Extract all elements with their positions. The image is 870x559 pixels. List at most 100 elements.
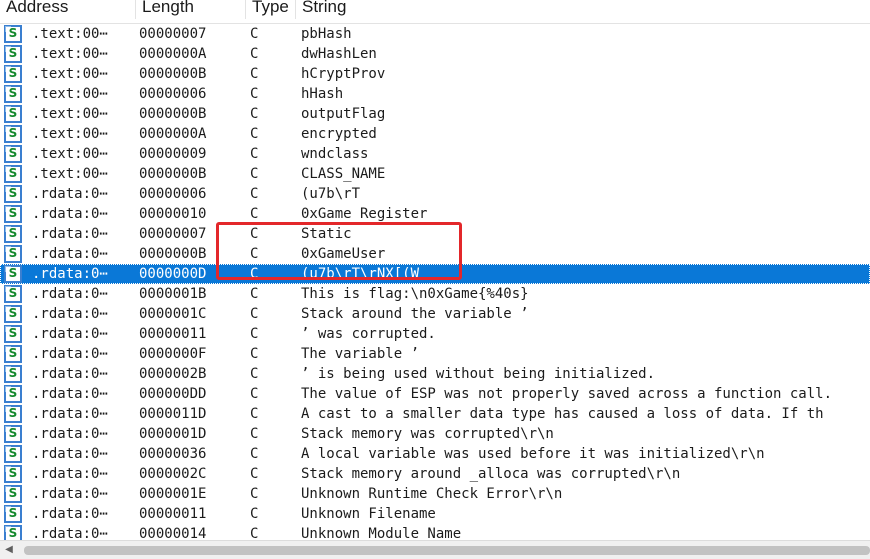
cell-address: .rdata:0⋯: [32, 286, 108, 302]
cell-type: C: [250, 426, 259, 442]
cell-string: encrypted: [301, 126, 377, 142]
horizontal-scrollbar[interactable]: ◀: [0, 540, 870, 559]
cell-address: .text:00⋯: [32, 86, 108, 102]
string-type-icon: S: [4, 505, 22, 523]
table-row[interactable]: S .text:00⋯ 0000000B CoutputFlag: [0, 104, 870, 124]
column-header-address[interactable]: Address: [0, 0, 136, 19]
cell-string: A cast to a smaller data type has caused…: [301, 406, 824, 422]
cell-string: This is flag:\n0xGame{%40s}: [301, 286, 529, 302]
cell-address: .rdata:0⋯: [32, 526, 108, 540]
scrollbar-thumb[interactable]: [24, 546, 870, 555]
cell-string: The variable ’: [301, 346, 420, 362]
cell-length: 0000000A: [139, 126, 207, 142]
string-type-icon: S: [4, 245, 22, 263]
cell-string: wndclass: [301, 146, 369, 162]
table-row[interactable]: S .rdata:0⋯ 0000011D C A cast to a smaller d…: [0, 404, 870, 424]
cell-string: The value of ESP was not properly saved …: [301, 386, 833, 402]
cell-type: C: [250, 66, 259, 82]
string-type-icon: S: [4, 145, 22, 163]
table-row[interactable]: S .text:00⋯ 0000000B ChCryptProv: [0, 64, 870, 84]
table-row[interactable]: S .rdata:0⋯ 000000DD C The value of ESP was …: [0, 384, 870, 404]
cell-length: 0000000B: [139, 166, 207, 182]
string-type-icon: S: [4, 425, 22, 443]
cell-length: 00000011: [139, 326, 207, 342]
cell-string: Unknown Runtime Check Error\r\n: [301, 486, 563, 502]
string-type-icon: S: [4, 305, 22, 323]
cell-string: Stack memory was corrupted\r\n: [301, 426, 554, 442]
table-row[interactable]: S .rdata:0⋯ 00000011 C Unknown Filename: [0, 504, 870, 524]
cell-length: 000000DD: [139, 386, 207, 402]
string-type-icon: S: [4, 65, 22, 83]
cell-type: C: [250, 466, 259, 482]
cell-length: 00000010: [139, 206, 207, 222]
cell-address: .rdata:0⋯: [32, 346, 108, 362]
table-row[interactable]: S .rdata:0⋯ 00000011 C ’ was corrupted.: [0, 324, 870, 344]
cell-address: .rdata:0⋯: [32, 486, 108, 502]
cell-length: 0000002C: [139, 466, 207, 482]
cell-length: 00000006: [139, 86, 207, 102]
cell-length: 00000014: [139, 526, 207, 540]
cell-string: CLASS_NAME: [301, 166, 386, 182]
cell-length: 0000001D: [139, 426, 207, 442]
column-header: Address Length Type String: [0, 0, 870, 24]
cell-string: dwHashLen: [301, 46, 377, 62]
scroll-left-arrow-icon[interactable]: ◀: [2, 543, 16, 557]
cell-length: 00000036: [139, 446, 207, 462]
table-row[interactable]: S .text:00⋯ 0000000B C CLASS_NAME: [0, 164, 870, 184]
cell-string: A local variable was used before it was …: [301, 446, 765, 462]
string-type-icon: S: [4, 285, 22, 303]
string-type-icon: S: [4, 265, 22, 283]
string-type-icon: S: [4, 185, 22, 203]
string-type-icon: S: [4, 485, 22, 503]
strings-list[interactable]: S .text:00⋯ 00000007 CpbHash S .text:00⋯ 00000…: [0, 24, 870, 540]
string-type-icon: S: [4, 365, 22, 383]
string-type-icon: S: [4, 205, 22, 223]
cell-type: C: [250, 46, 259, 62]
cell-type: C: [250, 86, 259, 102]
table-row[interactable]: S .rdata:0⋯ 00000036 C A local variable was …: [0, 444, 870, 464]
cell-address: .rdata:0⋯: [32, 186, 108, 202]
table-row[interactable]: S .text:00⋯ 00000007 CpbHash: [0, 24, 870, 44]
cell-address: .rdata:0⋯: [32, 386, 108, 402]
cell-length: 00000006: [139, 186, 207, 202]
table-row[interactable]: S .rdata:0⋯ 0000001C C Stack around the vari…: [0, 304, 870, 324]
string-type-icon: S: [4, 225, 22, 243]
column-header-string[interactable]: String: [296, 0, 870, 19]
table-row[interactable]: S .rdata:0⋯ 00000010 C 0xGame Register: [0, 204, 870, 224]
table-row[interactable]: S .rdata:0⋯ 0000002B C ’ is being used witho…: [0, 364, 870, 384]
table-row[interactable]: S .rdata:0⋯ 00000006 C (u7b\rT: [0, 184, 870, 204]
cell-address: .text:00⋯: [32, 166, 108, 182]
cell-address: .rdata:0⋯: [32, 406, 108, 422]
cell-string: Stack around the variable ’: [301, 306, 529, 322]
column-header-length[interactable]: Length: [136, 0, 246, 19]
cell-type: C: [250, 206, 259, 222]
cell-address: .text:00⋯: [32, 126, 108, 142]
cell-length: 0000000F: [139, 346, 207, 362]
table-row[interactable]: S .rdata:0⋯ 0000001D C Stack memory was corr…: [0, 424, 870, 444]
cell-string: ’ is being used without being initialize…: [301, 366, 656, 382]
table-row[interactable]: S .text:00⋯ 0000000A Cencrypted: [0, 124, 870, 144]
table-row[interactable]: S .text:00⋯ 0000000A CdwHashLen: [0, 44, 870, 64]
cell-type: C: [250, 186, 259, 202]
cell-length: 0000001E: [139, 486, 207, 502]
column-header-type[interactable]: Type: [246, 0, 296, 19]
table-row[interactable]: S .rdata:0⋯ 0000002C C Stack memory around _…: [0, 464, 870, 484]
cell-string: (u7b\rT: [301, 186, 361, 202]
cell-string: Unknown Filename: [301, 506, 436, 522]
cell-length: 0000000B: [139, 66, 207, 82]
table-row[interactable]: S .rdata:0⋯ 0000001B C This is flag:\n0xGame…: [0, 284, 870, 304]
cell-type: C: [250, 346, 259, 362]
table-row[interactable]: S .text:00⋯ 00000006 ChHash: [0, 84, 870, 104]
table-row[interactable]: S .rdata:0⋯ 0000001E C Unknown Runtime Check…: [0, 484, 870, 504]
cell-string: Unknown Module Name: [301, 526, 462, 540]
string-type-icon: S: [4, 405, 22, 423]
cell-address: .rdata:0⋯: [32, 446, 108, 462]
cell-type: C: [250, 326, 259, 342]
table-row[interactable]: S .text:00⋯ 00000009 Cwndclass: [0, 144, 870, 164]
cell-type: C: [250, 526, 259, 540]
cell-type: C: [250, 486, 259, 502]
table-row[interactable]: S .rdata:0⋯ 00000014 C Unknown Module Name: [0, 524, 870, 540]
table-row[interactable]: S .rdata:0⋯ 0000000F C The variable ’: [0, 344, 870, 364]
cell-type: C: [250, 306, 259, 322]
cell-type: C: [250, 366, 259, 382]
